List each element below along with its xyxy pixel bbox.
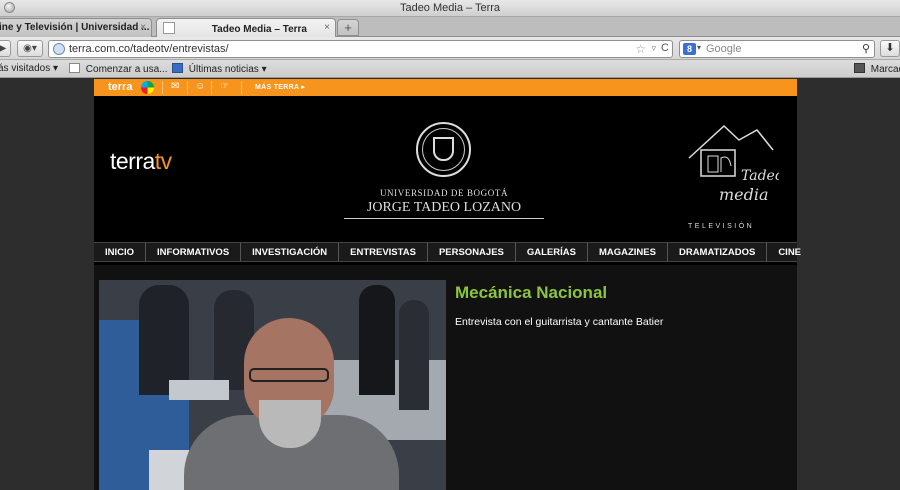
tab-tadeo-media[interactable]: Tadeo Media – Terra × (156, 18, 336, 38)
back-button[interactable]: ▶ (0, 40, 11, 57)
bookmarks-menu[interactable]: Marcad (854, 63, 900, 75)
bookmark-label: ás visitados ▾ (0, 63, 59, 74)
tab-label: ine y Televisión | Universidad ... (0, 22, 150, 33)
university-name: JORGE TADEO LOZANO (344, 200, 544, 219)
url-text: terra.com.co/tadeotv/entrevistas/ (69, 43, 229, 55)
tab-bar: ine y Televisión | Universidad ... × Tad… (0, 17, 900, 38)
menu-dramatizados[interactable]: DRAMATIZADOS (668, 243, 768, 261)
menu-personajes[interactable]: PERSONAJES (428, 243, 516, 261)
tab-universidad[interactable]: ine y Televisión | Universidad ... × (0, 18, 152, 37)
bookmark-most-visited[interactable]: ás visitados ▾ (0, 63, 58, 74)
hand-icon[interactable]: ☞ (220, 81, 229, 92)
page-viewport: terra ✉ ☺ ☞ MÁS TERRA ▸ terratv UNIVERSI… (0, 79, 900, 490)
terratv-logo-tv: tv (154, 148, 172, 174)
feature-section: Mecánica Nacional Entrevista con el guit… (94, 265, 797, 490)
address-bar[interactable]: terra.com.co/tadeotv/entrevistas/ ☆ ▿ C (48, 40, 673, 58)
tadeo-logo-line1: Tadeo (741, 168, 779, 184)
menu-inicio[interactable]: INICIO (94, 243, 147, 261)
engine-dropdown-icon[interactable]: ▾ (697, 43, 701, 52)
video-title[interactable]: Mecánica Nacional (455, 283, 607, 303)
bookmarks-toolbar: ás visitados ▾ Comenzar a usa... Últimas… (0, 60, 900, 78)
page-icon (69, 63, 80, 73)
tab-close-icon[interactable]: × (140, 22, 146, 33)
tadeo-media-logo[interactable]: Tadeo media (679, 116, 779, 216)
tadeo-logo-line2: media (719, 185, 769, 204)
main-menu: INICIO INFORMATIVOS INVESTIGACIÓN ENTREV… (94, 242, 801, 262)
search-engine-icon[interactable]: 8 (683, 43, 696, 55)
more-terra-link[interactable]: MÁS TERRA ▸ (255, 83, 305, 91)
video-player[interactable] (99, 280, 446, 490)
terra-ball-icon (141, 81, 154, 94)
site-container: terra ✉ ☺ ☞ MÁS TERRA ▸ terratv UNIVERSI… (94, 79, 801, 490)
terratv-logo[interactable]: terratv (110, 148, 172, 175)
divider (162, 81, 163, 94)
smiley-icon[interactable]: ☺ (195, 81, 205, 92)
new-tab-button[interactable]: + (337, 19, 359, 36)
menu-informativos[interactable]: INFORMATIVOS (146, 243, 242, 261)
divider (187, 81, 188, 94)
site-header: terratv UNIVERSIDAD DE BOGOTÁ JORGE TADE… (94, 96, 797, 242)
bookmark-latest-news[interactable]: Últimas noticias ▾ (172, 63, 267, 75)
reload-icon[interactable]: C (661, 42, 669, 54)
menu-galerias[interactable]: GALERÍAS (516, 243, 588, 261)
tab-close-icon[interactable]: × (324, 22, 330, 33)
terra-logo[interactable]: terra (108, 81, 132, 93)
tab-label: Tadeo Media – Terra (211, 24, 307, 35)
download-button[interactable]: ⬇ (880, 40, 900, 57)
tadeo-television-label: TELEVISIÓN (688, 223, 755, 230)
globe-icon (53, 43, 65, 55)
bookmark-label: Comenzar a usa... (85, 64, 168, 75)
mail-icon[interactable]: ✉ (171, 81, 179, 92)
navigation-bar: ▶ ◉▾ terra.com.co/tadeotv/entrevistas/ ☆… (0, 37, 900, 60)
divider (211, 81, 212, 94)
rss-feed-icon (172, 63, 183, 73)
site-identity-button[interactable]: ◉▾ (17, 40, 43, 57)
university-subtitle: UNIVERSIDAD DE BOGOTÁ (379, 188, 509, 198)
menu-entrevistas[interactable]: ENTREVISTAS (339, 243, 428, 261)
search-input[interactable]: 8 ▾ Google ⚲ (679, 40, 875, 58)
window-title: Tadeo Media – Terra (399, 2, 501, 14)
history-dropdown-icon[interactable]: ▿ (651, 43, 656, 54)
video-description: Entrevista con el guitarrista y cantante… (455, 316, 664, 328)
university-seal-icon (416, 122, 471, 177)
terratv-logo-terra: terra (110, 148, 155, 174)
divider (241, 81, 242, 94)
bookmark-getting-started[interactable]: Comenzar a usa... (69, 63, 168, 75)
bookmark-label: Marcad (870, 64, 900, 75)
menu-cine[interactable]: CINE (767, 243, 812, 261)
page-favicon-icon (163, 22, 175, 34)
menu-investigacion[interactable]: INVESTIGACIÓN (241, 243, 340, 261)
terra-top-bar: terra ✉ ☺ ☞ MÁS TERRA ▸ (94, 79, 797, 96)
window-titlebar: Tadeo Media – Terra (0, 0, 900, 17)
search-placeholder: Google (706, 43, 742, 55)
bookmarks-icon (854, 63, 865, 73)
menu-magazines[interactable]: MAGAZINES (588, 243, 668, 261)
bookmark-star-icon[interactable]: ☆ (635, 42, 646, 56)
bookmark-label: Últimas noticias ▾ (188, 64, 267, 75)
search-icon[interactable]: ⚲ (862, 42, 870, 55)
